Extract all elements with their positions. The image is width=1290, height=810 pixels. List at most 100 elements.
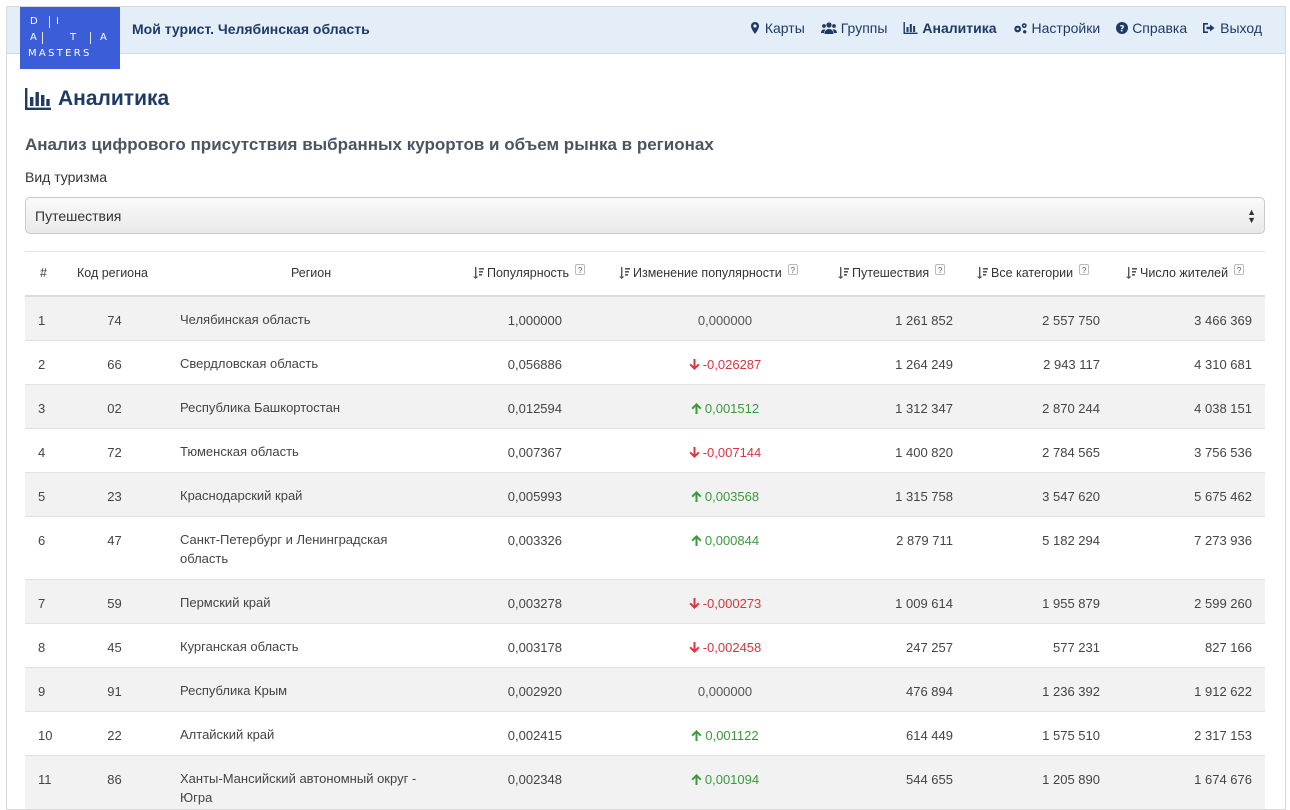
- help-icon[interactable]: ?: [1234, 263, 1245, 275]
- table-row[interactable]: 11 86 Ханты-Мансийский автономный округ - …: [25, 756, 1265, 809]
- table-row[interactable]: 5 23 Краснодарский край 0,005993 1 315 758 3 …: [25, 473, 1265, 517]
- change-value: -0,000273: [702, 596, 762, 611]
- cell-travel: 1 264 249: [895, 357, 953, 372]
- col-header-region: Регион: [291, 266, 332, 280]
- cell-num: 1: [38, 313, 46, 328]
- cell-popularity: 0,002415: [507, 728, 562, 743]
- cell-travel: 1 315 758: [895, 489, 953, 504]
- cell-popularity: 0,002348: [507, 772, 562, 787]
- cell-region-name: Свердловская область: [180, 356, 319, 371]
- table-row[interactable]: 6 47 Санкт-Петербург и Ленинградская облас…: [25, 517, 1265, 580]
- main-nav: Карты Группы Аналитика Настройки ? Справ…: [749, 20, 1262, 36]
- cell-region-name: Челябинская область: [180, 312, 311, 327]
- cell-popularity-change: 0,001512: [615, 401, 835, 416]
- nav-help[interactable]: ? Справка: [1116, 20, 1187, 36]
- col-header-all-categories[interactable]: Все категории ?: [976, 263, 1090, 280]
- nav-groups[interactable]: Группы: [820, 20, 888, 36]
- cell-region-name: Республика Башкортостан: [180, 400, 340, 415]
- cell-population: 1 912 622: [1194, 684, 1252, 699]
- change-value: 0,000000: [697, 684, 753, 699]
- tourism-type-select[interactable]: Путешествия ▲ ▼: [25, 197, 1265, 234]
- change-value: -0,026287: [702, 357, 762, 372]
- nav-groups-label: Группы: [840, 20, 888, 36]
- cell-popularity: 0,056886: [507, 357, 562, 372]
- cell-population: 7 273 936: [1194, 533, 1252, 548]
- cell-population: 4 310 681: [1194, 357, 1252, 372]
- cell-region-name: Пермский край: [180, 595, 271, 610]
- arrow-up-icon: [691, 535, 702, 546]
- sort-desc-icon: [1126, 267, 1137, 279]
- table-header-row: # Код региона Регион Популярность ? Изме…: [25, 252, 1265, 297]
- cell-travel: 1 400 820: [895, 445, 953, 460]
- tourism-type-label: Вид туризма: [25, 169, 108, 185]
- table-row[interactable]: 10 22 Алтайский край 0,002415 614 449 1 575 5…: [25, 712, 1265, 756]
- table-row[interactable]: 1 74 Челябинская область 1,000000 1 261 852 2…: [25, 297, 1265, 341]
- cell-region-name: Республика Крым: [180, 683, 288, 698]
- cell-region-code: 47: [107, 533, 122, 548]
- cell-popularity-change: 0,000844: [615, 533, 835, 548]
- app-frame: D I A T A MASTERS Мой турист. Челябинска…: [6, 6, 1286, 810]
- cell-region-code: 02: [107, 401, 122, 416]
- cell-population: 2 599 260: [1194, 596, 1252, 611]
- table-row[interactable]: 8 45 Курганская область 0,003178 247 257 577 …: [25, 624, 1265, 668]
- help-icon[interactable]: ?: [935, 263, 946, 275]
- table-row[interactable]: 7 59 Пермский край 0,003278 1 009 614 1 955 8…: [25, 580, 1265, 624]
- change-value: 0,001512: [704, 401, 760, 416]
- datamasters-logo[interactable]: D I A T A MASTERS: [20, 7, 120, 69]
- logo-divider: [49, 16, 50, 28]
- nav-analytics-label: Аналитика: [922, 20, 997, 36]
- logo-divider: [90, 32, 91, 44]
- nav-analytics[interactable]: Аналитика: [903, 20, 997, 36]
- analytics-table: # Код региона Регион Популярность ? Изме…: [25, 251, 1265, 809]
- col-header-code: Код региона: [77, 266, 148, 280]
- col-header-num: #: [40, 266, 47, 280]
- top-navbar: D I A T A MASTERS Мой турист. Челябинска…: [7, 7, 1285, 69]
- app-title: Мой турист. Челябинская область: [132, 21, 370, 37]
- nav-maps[interactable]: Карты: [749, 20, 805, 36]
- nav-settings[interactable]: Настройки: [1013, 20, 1100, 36]
- table-row[interactable]: 3 02 Республика Башкортостан 0,012594 1 312 …: [25, 385, 1265, 429]
- cell-popularity-change: -0,002458: [615, 640, 835, 655]
- col-header-popularity[interactable]: Популярность ?: [472, 263, 586, 280]
- col-header-travel[interactable]: Путешествия ?: [837, 263, 946, 280]
- sort-desc-icon: [977, 267, 988, 279]
- col-header-population[interactable]: Число жителей ?: [1125, 263, 1245, 280]
- cell-travel: 1 312 347: [895, 401, 953, 416]
- change-value: 0,000844: [704, 533, 760, 548]
- help-icon[interactable]: ?: [787, 263, 798, 275]
- col-header-change[interactable]: Изменение популярности ?: [618, 263, 798, 280]
- table-row[interactable]: 4 72 Тюменская область 0,007367 1 400 820 2 7…: [25, 429, 1265, 473]
- table-row[interactable]: 9 91 Республика Крым 0,002920 476 894 1 236 3…: [25, 668, 1265, 712]
- cell-num: 9: [38, 684, 46, 699]
- sort-desc-icon: [619, 267, 630, 279]
- cell-region-name: Ханты-Мансийский автономный округ - Югра: [180, 771, 417, 805]
- arrow-down-icon: [689, 598, 700, 609]
- arrow-up-icon: [691, 403, 702, 414]
- help-icon[interactable]: ?: [575, 263, 586, 275]
- logo-letter: T: [70, 32, 80, 43]
- cell-region-code: 74: [107, 313, 122, 328]
- arrow-up-icon: [691, 730, 702, 741]
- cell-travel: 2 879 711: [896, 533, 953, 548]
- cell-popularity: 0,005993: [507, 489, 562, 504]
- cell-popularity-change: 0,003568: [615, 489, 835, 504]
- cell-all-categories: 3 547 620: [1042, 489, 1100, 504]
- cell-num: 2: [38, 357, 46, 372]
- cell-popularity: 0,002920: [507, 684, 562, 699]
- cell-popularity: 0,003326: [507, 533, 562, 548]
- bar-chart-icon: [25, 88, 51, 110]
- nav-logout[interactable]: Выход: [1203, 20, 1262, 36]
- help-icon[interactable]: ?: [1079, 263, 1090, 275]
- cell-num: 7: [38, 596, 46, 611]
- cell-all-categories: 2 784 565: [1042, 445, 1100, 460]
- cell-num: 4: [38, 445, 46, 460]
- cell-popularity-change: 0,000000: [615, 684, 835, 699]
- cell-all-categories: 2 557 750: [1042, 313, 1100, 328]
- sort-desc-icon: [473, 267, 484, 279]
- cell-popularity: 0,003278: [507, 596, 562, 611]
- cell-region-name: Курганская область: [180, 639, 299, 654]
- cell-num: 8: [38, 640, 46, 655]
- select-caret-icon: ▲ ▼: [1247, 207, 1256, 225]
- table-row[interactable]: 2 66 Свердловская область 0,056886 1 264 249…: [25, 341, 1265, 385]
- cell-num: 6: [38, 533, 46, 548]
